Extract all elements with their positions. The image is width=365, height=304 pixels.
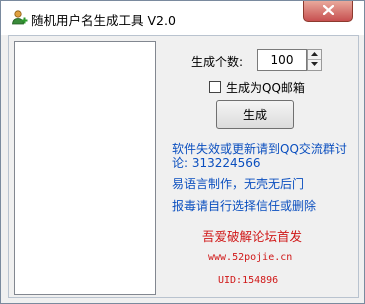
output-list[interactable] [14,41,156,295]
generate-button-label: 生成 [242,108,267,122]
info-qq-group-text: 论: 313224566 [172,156,261,170]
uid-text: UID:154896 [218,275,279,286]
person-add-icon [10,9,28,27]
title-bar[interactable]: 随机用户名生成工具 V2.0 [1,1,364,35]
client-area: 生成个数: 100 生成为QQ邮箱 生成 软件失效或更新请到QQ交流群讨 论: … [8,35,359,298]
app-window: 随机用户名生成工具 V2.0 生成个数: 100 生成为QQ邮箱 生成 软件失效… [0,0,365,304]
generate-button[interactable]: 生成 [216,100,294,129]
spin-up-button[interactable] [308,50,321,60]
qq-mail-checkbox[interactable] [209,81,221,93]
close-icon [322,4,334,18]
arrow-up-icon [311,51,318,58]
site-link[interactable]: www.52pojie.cn [208,252,292,263]
count-label: 生成个数: [191,55,244,69]
arrow-down-icon [311,62,318,68]
forum-credit: 吾爱破解论坛首发 [202,229,303,244]
info-antivirus-text: 报毒请自行选择信任或删除 [172,199,317,213]
info-no-shell-text: 易语言制作，无壳无后门 [172,177,305,191]
count-spinner [307,49,322,71]
window-title: 随机用户名生成工具 V2.0 [31,13,176,28]
close-button[interactable] [303,1,353,22]
count-input[interactable]: 100 [257,49,307,71]
qq-mail-checkbox-label[interactable]: 生成为QQ邮箱 [226,79,305,96]
spin-down-button[interactable] [308,60,321,70]
